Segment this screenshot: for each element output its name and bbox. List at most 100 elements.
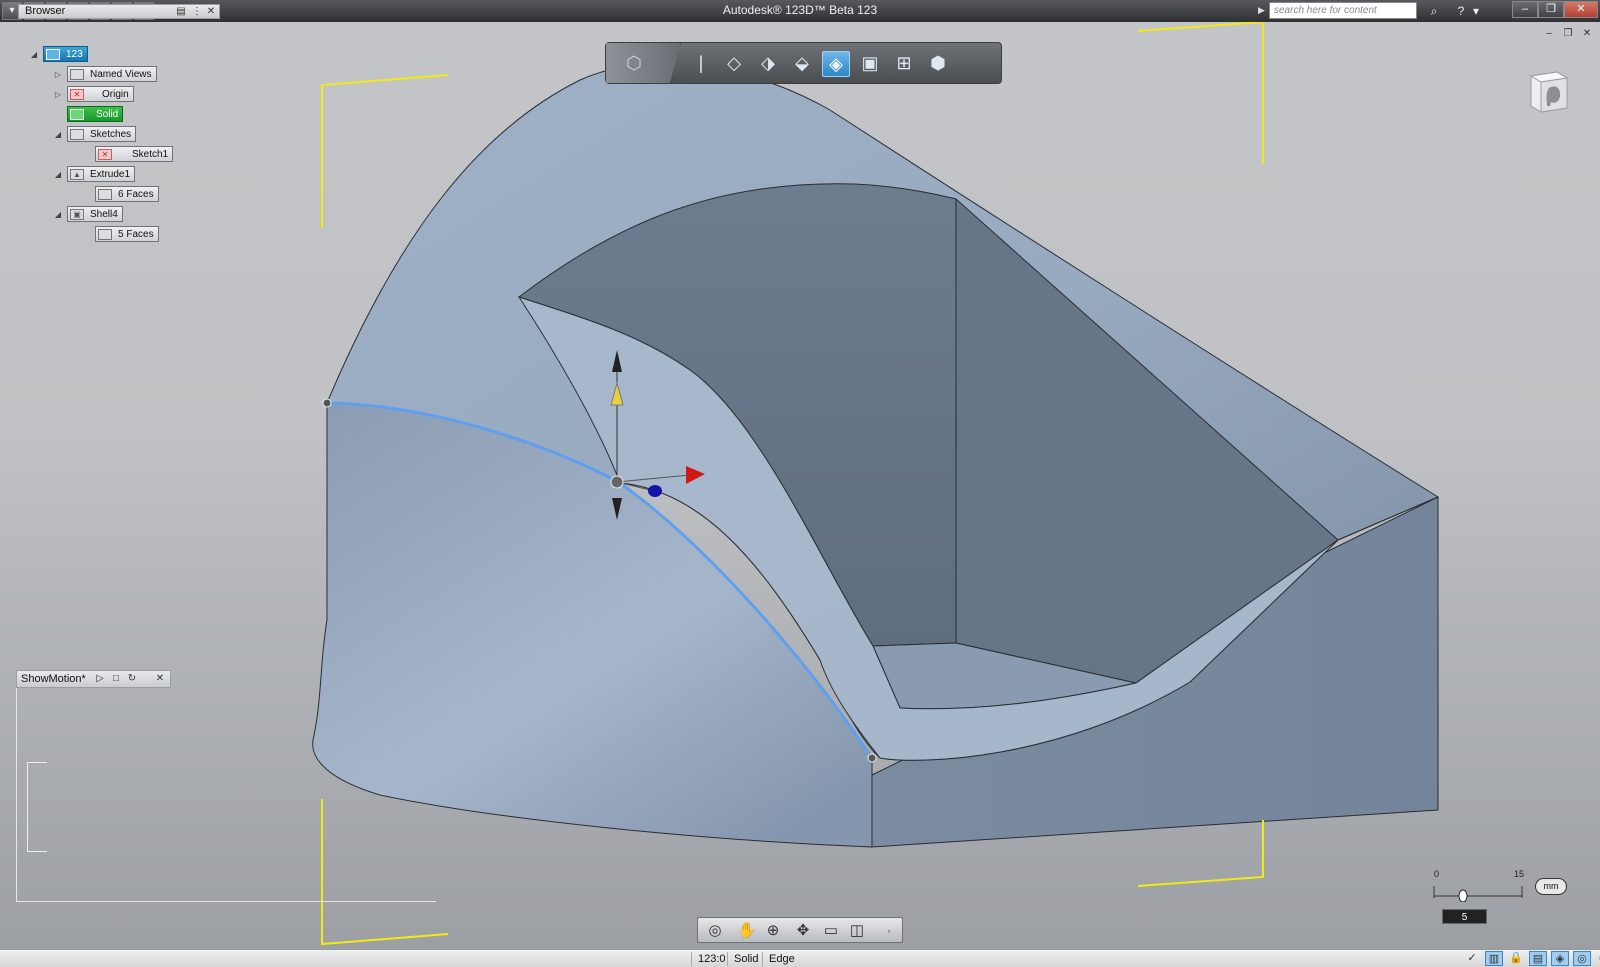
search-expand-icon[interactable]: ▶: [1258, 3, 1268, 18]
stop-icon[interactable]: □: [109, 672, 123, 686]
check-icon[interactable]: ✓: [1463, 951, 1481, 966]
select-filter-icon[interactable]: ◎: [1573, 951, 1591, 966]
status-coordinates: 123:0: [691, 952, 732, 966]
folder-icon: [70, 68, 84, 80]
lock-icon[interactable]: 🔒: [1507, 951, 1525, 966]
collapse-icon[interactable]: ◢: [29, 50, 39, 59]
help-icon[interactable]: ?: [1450, 2, 1472, 20]
edge-vertex-end[interactable]: [867, 753, 877, 763]
status-filter: Edge: [762, 952, 801, 966]
extrude-icon: ▲: [70, 168, 84, 180]
close-button[interactable]: ✕: [1564, 1, 1598, 18]
home-view-icon[interactable]: ⬡: [620, 51, 648, 77]
tree-item-sketches[interactable]: ◢ Sketches: [53, 126, 137, 142]
tree-item-label: 6 Faces: [118, 188, 154, 200]
restore-button[interactable]: ❐: [1538, 1, 1564, 18]
showmotion-close-icon[interactable]: ✕: [153, 672, 167, 686]
browser-options-icon[interactable]: ▤: [175, 5, 187, 18]
tree-item-label: Extrude1: [90, 168, 131, 180]
scale-value-field[interactable]: 5: [1442, 909, 1487, 924]
help-dropdown-icon[interactable]: ▾: [1470, 2, 1482, 20]
tree-item-sketch1[interactable]: ✕ Sketch1: [81, 146, 174, 162]
collapse-icon[interactable]: ◢: [53, 170, 63, 179]
browser-close-icon[interactable]: ✕: [205, 5, 217, 18]
faces-icon: [98, 188, 112, 200]
edge-vertex-start[interactable]: [322, 398, 332, 408]
tree-item-label: Sketch1: [132, 148, 169, 160]
hidden-origin-icon: ✕: [70, 88, 84, 100]
tree-item-label: Sketches: [90, 128, 132, 140]
scale-max-label: 15: [1514, 869, 1525, 879]
visual-style-wire-icon[interactable]: ▣: [856, 51, 884, 77]
tree-item-label: 5 Faces: [118, 228, 154, 240]
tree-item-label: Shell4: [90, 208, 118, 220]
play-icon[interactable]: ▷: [93, 672, 107, 686]
orbit-icon[interactable]: ✥: [790, 921, 816, 941]
title-bar: ▾ 1 2 3 4 5 ▾ Autodesk® 123D™ Beta 123 ▶…: [0, 0, 1600, 22]
showmotion-timeline[interactable]: [27, 762, 47, 852]
navigation-bar: ◎ ✋ ⊕ ✥ ▭ ◫ ◦: [697, 917, 903, 943]
loop-icon[interactable]: ↻: [125, 672, 139, 686]
tree-item-shell4[interactable]: ◢ ▣ Shell4: [53, 206, 123, 222]
search-input[interactable]: search here for content: [1269, 2, 1417, 19]
status-bar: 123:0 Solid Edge ✓ ▥ 🔒 ▤ ◈ ◎ ▭: [0, 949, 1600, 967]
showmotion-bar: ShowMotion* ▷ □ ↻ ✕: [16, 670, 171, 688]
minimize-button[interactable]: –: [1512, 1, 1538, 18]
tree-item-extrude1[interactable]: ◢ ▲ Extrude1: [53, 166, 136, 182]
browser-panel-header[interactable]: Browser ▤ ⋮ ✕: [18, 4, 220, 19]
fit-view-icon[interactable]: ◫: [844, 921, 870, 941]
faces-icon: [98, 228, 112, 240]
viewport-close-button[interactable]: ✕: [1576, 25, 1598, 43]
status-toggles: ✓ ▥ 🔒 ▤ ◈ ◎ ▭: [1463, 951, 1600, 966]
view-iso-icon[interactable]: ⬙: [788, 51, 816, 77]
pan-hand-icon[interactable]: ✋: [734, 921, 760, 941]
solid-body-icon: [70, 108, 84, 120]
tree-item-origin[interactable]: ▷ ✕ Origin: [53, 86, 134, 102]
tree-item-solid[interactable]: Solid: [53, 106, 124, 122]
view-front-icon[interactable]: ◇: [720, 51, 748, 77]
view-toolbar: ⬡ | ◇ ⬗ ⬙ ◈ ▣ ⊞ ⬢: [605, 42, 1002, 84]
binoculars-icon[interactable]: ⌕: [1423, 2, 1445, 20]
tree-item-named-views[interactable]: ▷ Named Views: [53, 66, 157, 82]
tree-item-shell-faces[interactable]: 5 Faces: [81, 226, 159, 242]
tree-item-label: Origin: [102, 88, 129, 100]
status-selection-type: Solid: [727, 952, 764, 966]
grid-snap-icon[interactable]: ⬢: [924, 51, 952, 77]
showmotion-title: ShowMotion*: [21, 673, 86, 685]
collapse-icon[interactable]: ◢: [53, 130, 63, 139]
look-at-icon[interactable]: ▭: [818, 921, 844, 941]
multi-view-icon[interactable]: ⊞: [890, 51, 918, 77]
expand-icon[interactable]: ▷: [53, 90, 63, 99]
browser-title: Browser: [25, 5, 66, 17]
grid-toggle-icon[interactable]: ▥: [1485, 951, 1503, 966]
snap-toggle-icon[interactable]: ▤: [1529, 951, 1547, 966]
viewcube-icon[interactable]: [1523, 66, 1573, 116]
steering-wheel-icon[interactable]: ◎: [702, 921, 728, 941]
shell-icon: ▣: [70, 208, 84, 220]
scale-min-label: 0: [1434, 869, 1440, 879]
axis-z-cone-icon[interactable]: [648, 485, 662, 497]
showmotion-frame: [16, 688, 436, 902]
unit-selector[interactable]: mm: [1535, 878, 1567, 895]
tree-item-root[interactable]: ◢ 123: [29, 46, 88, 62]
folder-icon: [70, 128, 84, 140]
tree-item-label: 123: [66, 48, 83, 60]
settings-icon[interactable]: ▭: [1595, 951, 1600, 966]
ortho-toggle-icon[interactable]: ◈: [1551, 951, 1569, 966]
eye-icon[interactable]: [46, 48, 60, 60]
view-top-icon[interactable]: ⬗: [754, 51, 782, 77]
collapse-icon[interactable]: ◢: [53, 210, 63, 219]
tree-item-label: Solid: [96, 108, 119, 120]
tree-item-extrude-faces[interactable]: 6 Faces: [81, 186, 159, 202]
scale-slider-thumb-icon[interactable]: [1458, 889, 1468, 902]
toolbar-divider-icon: |: [698, 53, 704, 73]
tree-item-label: Named Views: [90, 68, 152, 80]
zoom-icon[interactable]: ⊕: [760, 921, 786, 941]
expand-icon[interactable]: ▷: [53, 70, 63, 79]
visual-style-shaded-icon[interactable]: ◈: [822, 51, 850, 77]
browser-pin-icon[interactable]: ⋮: [191, 5, 203, 18]
manipulator-center-icon[interactable]: [610, 475, 624, 489]
hidden-sketch-icon: ✕: [98, 148, 112, 160]
scale-slider[interactable]: [1432, 880, 1528, 902]
navbar-options-icon[interactable]: ◦: [876, 921, 902, 941]
